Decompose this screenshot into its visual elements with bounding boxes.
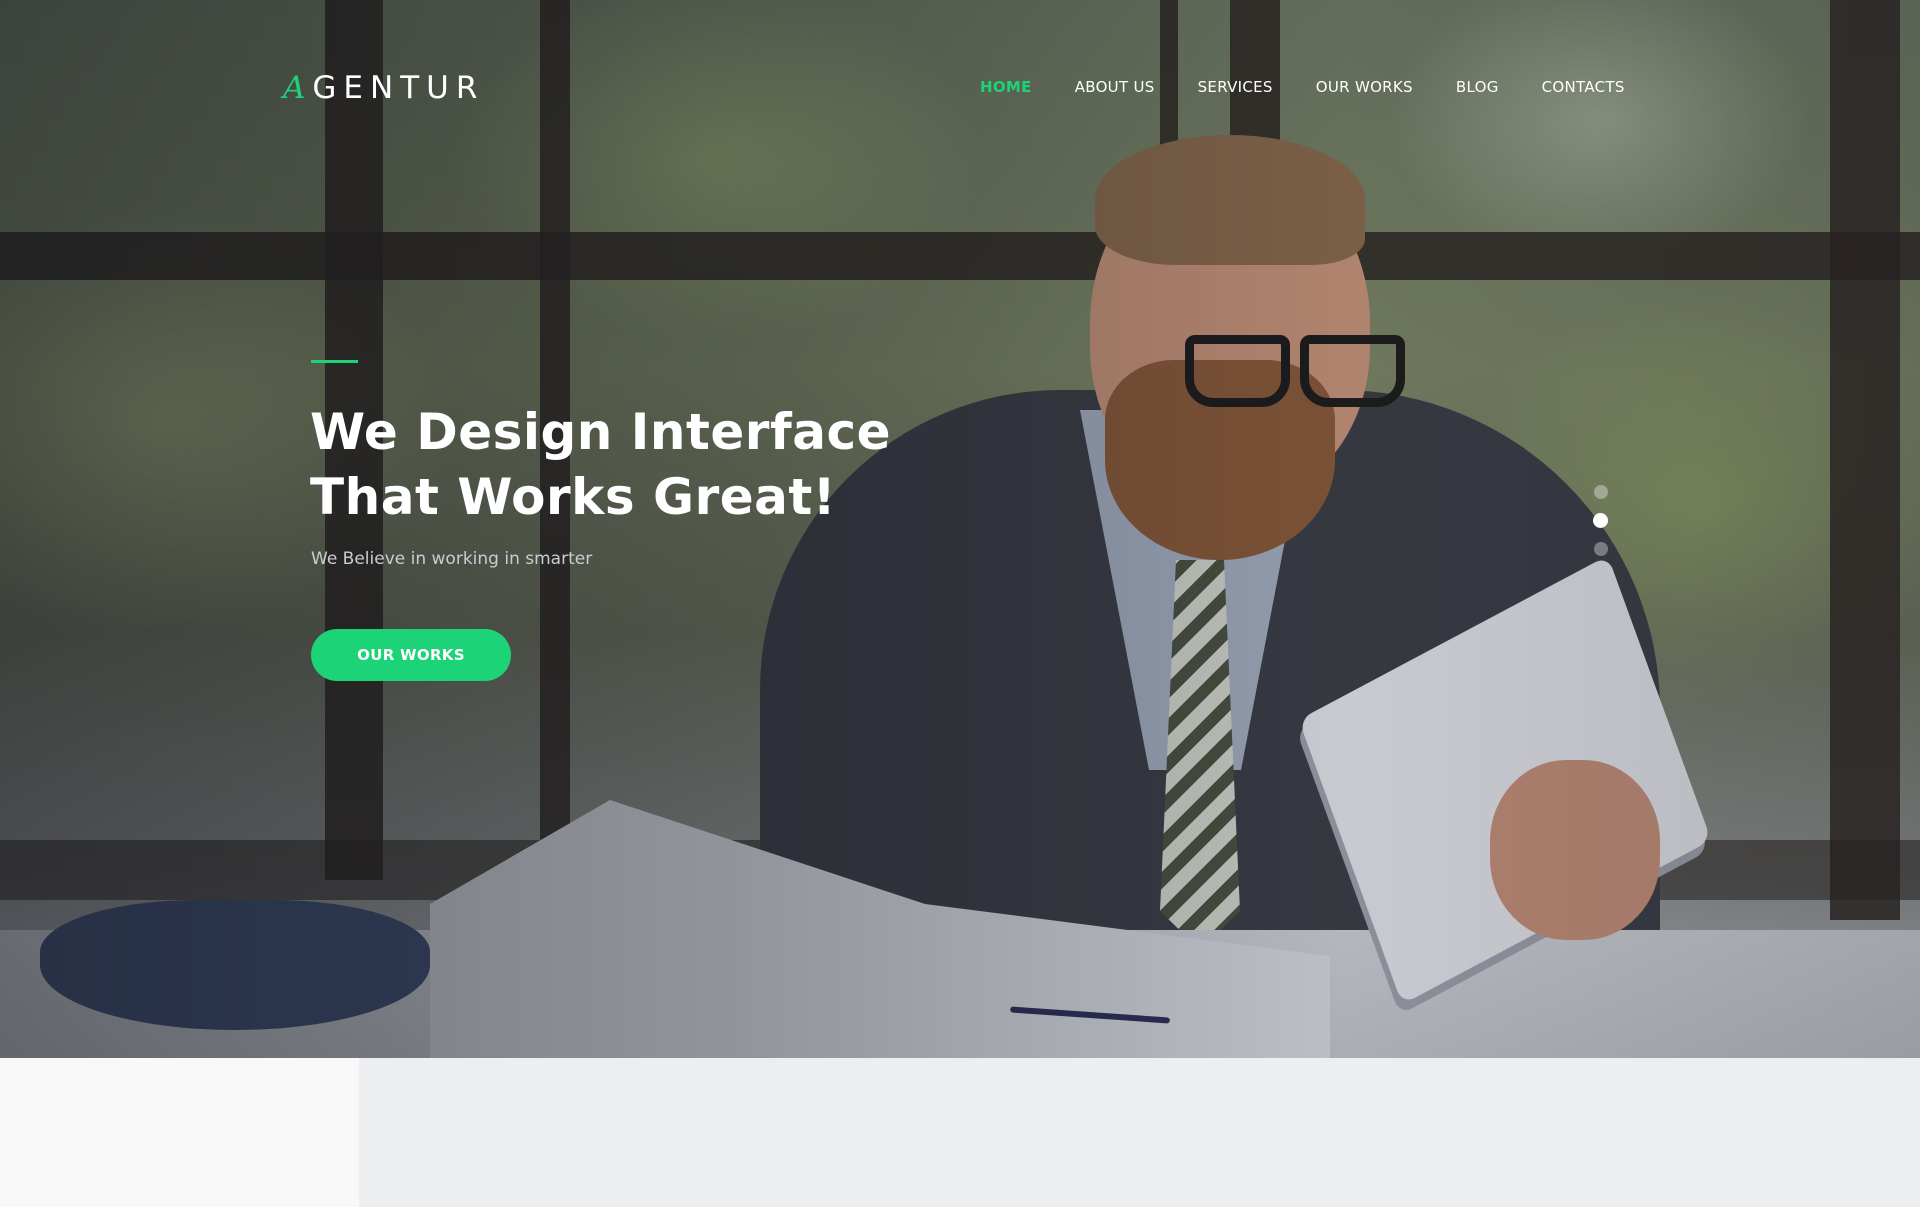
slider-dot-3[interactable] [1593,542,1608,556]
our-works-button[interactable]: OUR WORKS [311,629,511,681]
nav-item-about-us[interactable]: ABOUT US [1075,78,1155,96]
nav-item-services[interactable]: SERVICES [1198,78,1273,96]
logo[interactable]: A GENTUR [283,70,484,106]
hero-title: We Design Interface That Works Great! [310,400,930,530]
hero-accent-line [311,360,358,363]
nav-item-blog[interactable]: BLOG [1456,78,1499,96]
logo-accent-letter: A [283,70,313,106]
hero-section [0,0,1920,1058]
hero-overlay [0,0,1920,1058]
nav-item-our-works[interactable]: OUR WORKS [1316,78,1413,96]
nav-item-contacts[interactable]: CONTACTS [1542,78,1625,96]
section-content-panel [359,1058,1920,1207]
slider-dot-1[interactable] [1593,485,1608,499]
main-nav: HOME ABOUT US SERVICES OUR WORKS BLOG CO… [980,78,1625,96]
nav-item-home[interactable]: HOME [980,78,1032,96]
hero-title-line-1: We Design Interface [310,403,892,461]
hero-subtitle: We Believe in working in smarter [311,549,593,569]
hero-title-line-2: That Works Great! [310,468,837,526]
logo-text: GENTUR [312,70,485,106]
slider-dot-2[interactable] [1593,513,1608,528]
section-sidebar-panel [0,1058,359,1207]
slider-pagination [1593,485,1608,556]
